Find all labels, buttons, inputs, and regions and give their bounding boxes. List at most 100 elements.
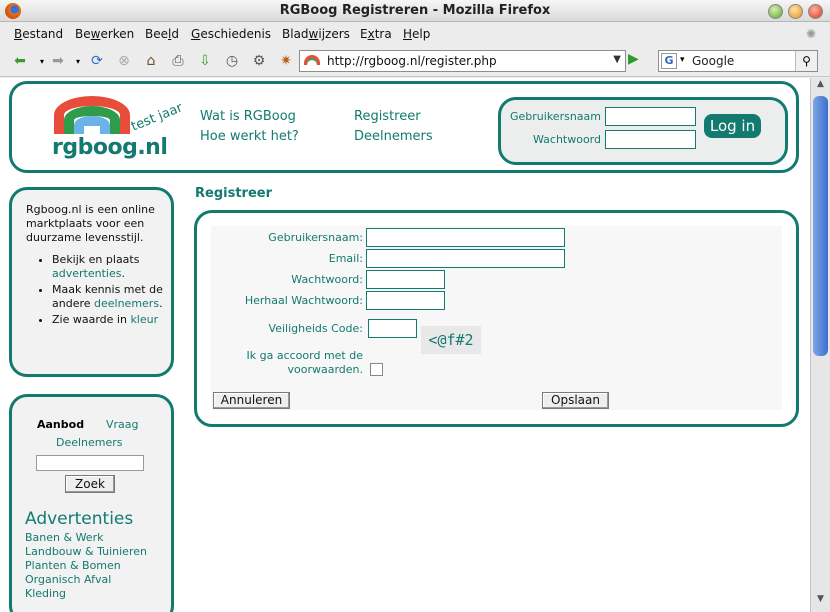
home-icon[interactable]: ⌂	[141, 51, 161, 71]
nav-hoe-werkt-het[interactable]: Hoe werkt het?	[200, 129, 299, 144]
captcha-label: Veiligheids Code:	[268, 322, 363, 335]
back-icon[interactable]: ⬅	[10, 51, 30, 71]
intro-bullet-list: Bekijk en plaats advertenties. Maak kenn…	[26, 253, 166, 327]
window-titlebar: RGBoog Registreren - Mozilla Firefox	[0, 0, 830, 22]
category-link[interactable]: Planten & Bomen	[25, 559, 147, 573]
address-dropdown-icon[interactable]: ▼	[613, 54, 621, 65]
login-password-label: Wachtwoord	[532, 133, 601, 146]
nav-registreer[interactable]: Registreer	[354, 109, 421, 124]
reload-icon[interactable]: ⟳	[87, 51, 107, 71]
terms-link[interactable]: voorwaarden	[287, 363, 359, 376]
scroll-up-icon[interactable]: ▲	[811, 79, 830, 95]
minimize-button[interactable]	[768, 4, 783, 19]
menu-help[interactable]: Help	[403, 27, 430, 41]
password-field[interactable]	[366, 270, 445, 289]
advertenties-heading: Advertenties	[25, 509, 134, 529]
bullet-text: Zie waarde in	[52, 313, 131, 326]
username-field[interactable]	[366, 228, 565, 247]
bullet-text: Bekijk en plaats	[52, 253, 140, 266]
search-input[interactable]: Google	[692, 54, 734, 68]
zoek-button[interactable]: Zoek	[65, 475, 115, 493]
list-item: Bekijk en plaats advertenties.	[52, 253, 166, 281]
tab-deelnemers[interactable]: Deelnemers	[56, 436, 123, 449]
login-password-input[interactable]	[605, 130, 696, 149]
bug-icon[interactable]: ✷	[276, 51, 296, 71]
password-repeat-label: Herhaal Wachtwoord:	[244, 294, 363, 307]
login-button[interactable]: Log in	[704, 114, 761, 138]
terms-label-line1: Ik ga accoord met de	[246, 349, 363, 362]
login-username-label: Gebruikersnaam	[510, 110, 601, 123]
scrollbar-thumb[interactable]	[813, 96, 828, 356]
search-engine-icon[interactable]: G	[661, 53, 677, 69]
address-url: http://rgboog.nl/register.php	[327, 54, 497, 68]
cancel-button[interactable]: Annuleren	[213, 392, 290, 409]
search-bar[interactable]: G ▾ Google ⚲	[658, 50, 818, 72]
form-panel: Gebruikersnaam: Email: Wachtwoord: Herha…	[211, 226, 782, 410]
terms-punctuation: .	[359, 363, 364, 376]
email-label: Email:	[328, 252, 363, 265]
close-button[interactable]	[808, 4, 823, 19]
page-title: Registreer	[195, 186, 272, 201]
login-panel: Gebruikersnaam Wachtwoord Log in	[498, 97, 788, 165]
nav-deelnemers[interactable]: Deelnemers	[354, 129, 433, 144]
history-icon[interactable]: ◷	[222, 51, 242, 71]
link-kleur[interactable]: kleur	[130, 313, 158, 326]
menu-beeld[interactable]: Beeld	[145, 27, 179, 41]
engine-dropdown-icon[interactable]: ▾	[680, 55, 685, 65]
vertical-scrollbar[interactable]: ▲ ▼	[810, 78, 830, 612]
menu-bladwijzers[interactable]: Bladwijzers	[282, 27, 350, 41]
category-link[interactable]: Organisch Afval	[25, 573, 147, 587]
window-title: RGBoog Registreren - Mozilla Firefox	[279, 3, 551, 18]
menu-extra[interactable]: Extra	[360, 27, 392, 41]
intro-text: Rgboog.nl is een online marktplaats voor…	[26, 203, 155, 244]
save-button[interactable]: Opslaan	[542, 392, 609, 409]
logo-text: rgboog.nl	[52, 135, 168, 160]
throbber-icon: ✺	[806, 27, 817, 41]
download-icon[interactable]: ⇩	[195, 51, 215, 71]
print-icon[interactable]: ⎙	[168, 51, 188, 71]
bullet-punctuation: .	[159, 297, 163, 310]
page-content: rgboog.nl test jaar Wat is RGBoog Hoe we…	[0, 78, 810, 612]
sidebar-search: Aanbod Vraag Deelnemers Zoek Advertentie…	[9, 394, 174, 612]
password-label: Wachtwoord:	[291, 273, 363, 286]
category-link[interactable]: Kleding	[25, 587, 147, 601]
go-arrow-icon[interactable]: ▶	[628, 51, 639, 67]
category-link[interactable]: Banen & Werk	[25, 531, 147, 545]
site-favicon-icon	[304, 55, 320, 65]
forward-dropdown-icon[interactable]: ▾	[68, 51, 88, 71]
terms-checkbox[interactable]	[370, 363, 383, 376]
maximize-button[interactable]	[788, 4, 803, 19]
password-repeat-field[interactable]	[366, 291, 445, 310]
search-icon[interactable]: ⚲	[795, 51, 817, 71]
category-link[interactable]: Landbouw & Tuinieren	[25, 545, 147, 559]
login-username-input[interactable]	[605, 107, 696, 126]
rainbow-blue-arc	[74, 116, 110, 134]
terms-label-line2: voorwaarden.	[211, 363, 363, 376]
captcha-image: <@f#2	[421, 326, 481, 354]
menu-geschiedenis[interactable]: Geschiedenis	[191, 27, 271, 41]
link-deelnemers[interactable]: deelnemers	[94, 297, 159, 310]
intro-text-block: Rgboog.nl is een online marktplaats voor…	[26, 203, 166, 329]
menu-bar: Bestand Bewerken Beeld Geschiedenis Blad…	[0, 23, 830, 45]
category-list: Banen & Werk Landbouw & Tuinieren Plante…	[25, 531, 147, 601]
site-header: rgboog.nl test jaar Wat is RGBoog Hoe we…	[9, 81, 799, 173]
link-advertenties[interactable]: advertenties	[52, 267, 121, 280]
sidebar-search-input[interactable]	[36, 455, 144, 471]
username-label: Gebruikersnaam:	[268, 231, 363, 244]
tab-vraag[interactable]: Vraag	[106, 418, 139, 431]
register-form: Gebruikersnaam: Email: Wachtwoord: Herha…	[194, 210, 799, 427]
captcha-field[interactable]	[368, 319, 417, 338]
stop-icon[interactable]: ⊗	[114, 51, 134, 71]
tab-aanbod[interactable]: Aanbod	[37, 418, 84, 431]
menu-bestand[interactable]: Bestand	[14, 27, 63, 41]
settings-icon[interactable]: ⚙	[249, 51, 269, 71]
scroll-down-icon[interactable]: ▼	[811, 594, 830, 610]
navigation-toolbar: ⬅ ▾ ➡ ▾ ⟳ ⊗ ⌂ ⎙ ⇩ ◷ ⚙ ✷ http://rgboog.nl…	[0, 45, 830, 77]
menu-bewerken[interactable]: Bewerken	[75, 27, 134, 41]
address-bar[interactable]: http://rgboog.nl/register.php ▼	[299, 50, 626, 72]
forward-icon[interactable]: ➡	[48, 51, 68, 71]
rgboog-logo[interactable]: rgboog.nl test jaar	[52, 92, 192, 170]
nav-wat-is-rgboog[interactable]: Wat is RGBoog	[200, 109, 296, 124]
email-field[interactable]	[366, 249, 565, 268]
bullet-punctuation: .	[121, 267, 125, 280]
